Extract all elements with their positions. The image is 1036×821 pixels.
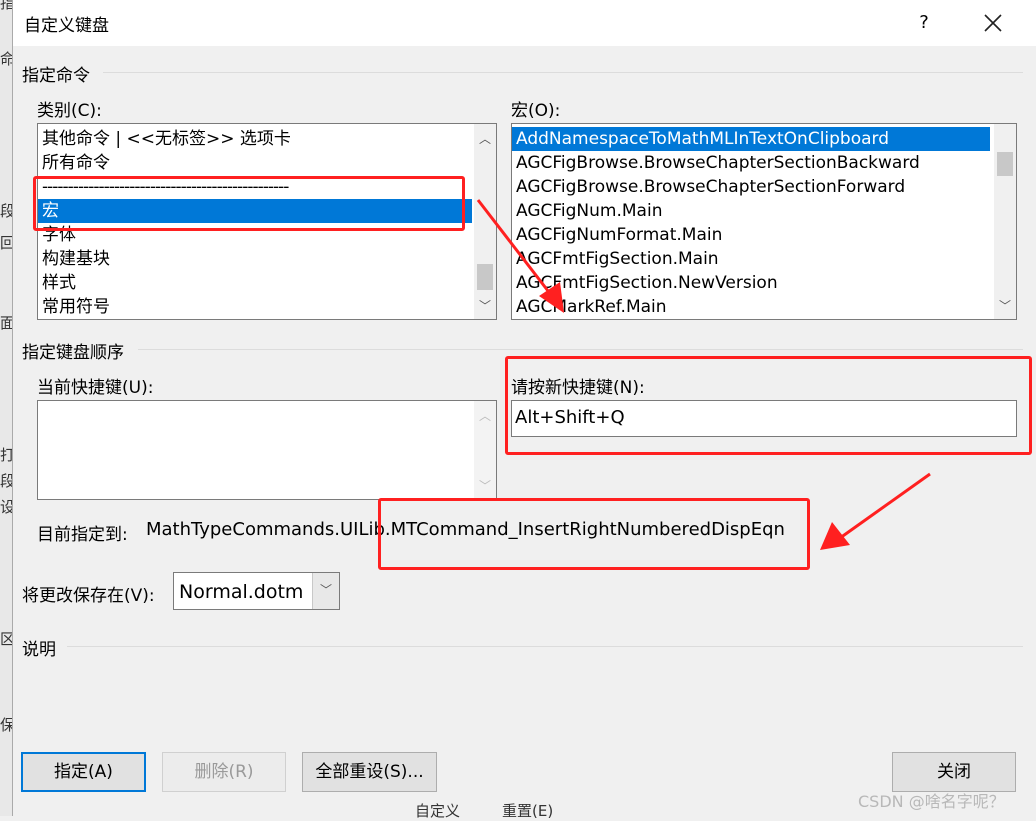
arrow-category-to-macro bbox=[476, 199, 564, 313]
arrow-newkey-to-assigned bbox=[820, 472, 931, 550]
watermark: CSDN @啥名字呢？ bbox=[858, 792, 1005, 811]
annotation-arrows bbox=[476, 199, 931, 550]
